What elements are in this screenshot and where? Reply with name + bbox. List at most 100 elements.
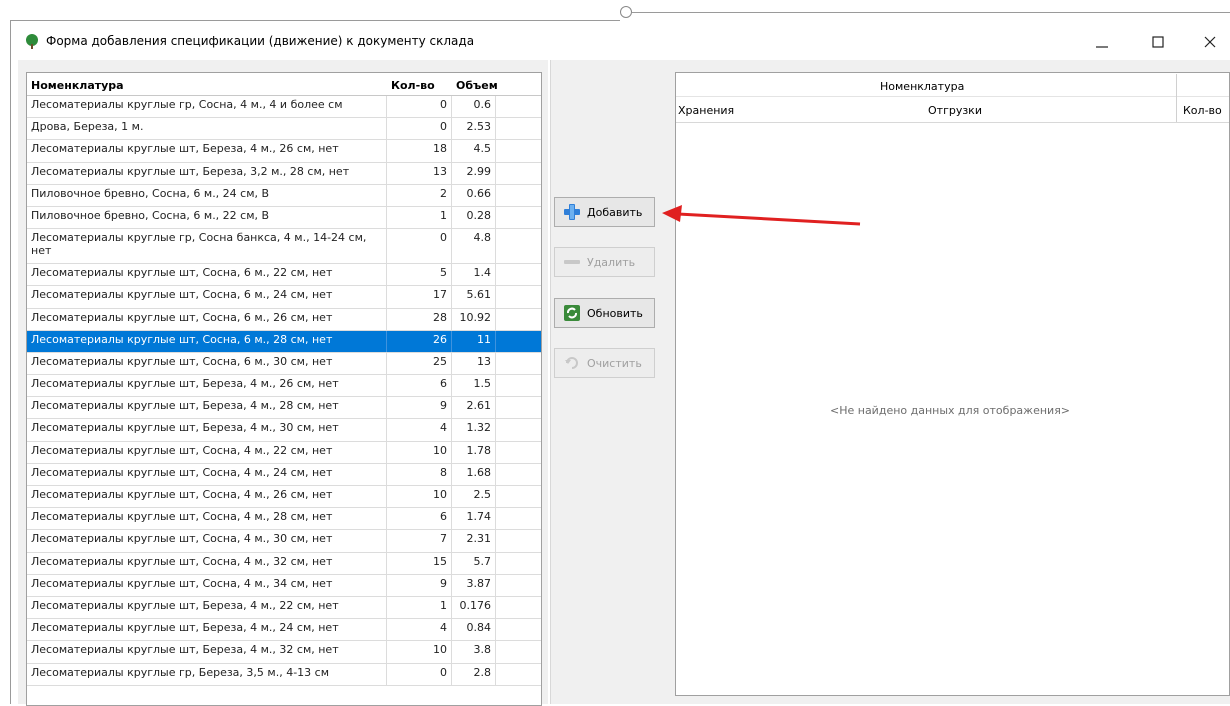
column-header-nomenclature[interactable]: Номенклатура	[27, 73, 387, 95]
cell-quantity[interactable]: 7	[387, 530, 452, 552]
add-button[interactable]: Добавить	[554, 197, 655, 227]
cell-nomenclature[interactable]: Лесоматериалы круглые шт, Сосна, 6 м., 2…	[27, 286, 387, 308]
cell-nomenclature[interactable]: Лесоматериалы круглые шт, Сосна, 4 м., 3…	[27, 574, 387, 596]
cell-quantity[interactable]: 2	[387, 184, 452, 206]
cell-quantity[interactable]: 0	[387, 229, 452, 264]
cell-nomenclature[interactable]: Лесоматериалы круглые шт, Береза, 4 м., …	[27, 596, 387, 619]
cell-quantity[interactable]: 25	[387, 352, 452, 375]
table-row[interactable]: Лесоматериалы круглые гр, Береза, 3,5 м.…	[27, 663, 541, 686]
cell-quantity[interactable]: 13	[387, 162, 452, 184]
table-row[interactable]: Пиловочное бревно, Сосна, 6 м., 22 см, В…	[27, 206, 541, 230]
cell-quantity[interactable]: 15	[387, 552, 452, 574]
cell-volume[interactable]: 2.5	[452, 486, 496, 508]
cell-nomenclature[interactable]: Пиловочное бревно, Сосна, 6 м., 22 см, В	[27, 206, 387, 229]
table-row[interactable]: Лесоматериалы круглые шт, Береза, 4 м., …	[27, 140, 541, 163]
table-row[interactable]: Лесоматериалы круглые шт, Сосна, 4 м., 2…	[27, 441, 541, 464]
cell-nomenclature[interactable]: Лесоматериалы круглые шт, Береза, 4 м., …	[27, 641, 387, 663]
cell-volume[interactable]: 1.78	[452, 441, 496, 463]
cell-quantity[interactable]: 6	[387, 508, 452, 530]
specification-grid[interactable]	[675, 72, 1230, 696]
cell-volume[interactable]: 1.68	[452, 463, 496, 485]
cell-quantity[interactable]: 8	[387, 463, 452, 485]
cell-quantity[interactable]: 28	[387, 308, 452, 330]
cell-nomenclature[interactable]: Лесоматериалы круглые шт, Береза, 4 м., …	[27, 375, 387, 397]
cell-quantity[interactable]: 0	[387, 663, 452, 685]
cell-volume[interactable]: 11	[452, 330, 496, 352]
cell-volume[interactable]: 0.176	[452, 596, 496, 619]
table-row[interactable]: Лесоматериалы круглые шт, Сосна, 4 м., 2…	[27, 508, 541, 531]
table-row[interactable]: Лесоматериалы круглые шт, Сосна, 4 м., 2…	[27, 463, 541, 486]
cell-nomenclature[interactable]: Лесоматериалы круглые гр, Береза, 3,5 м.…	[27, 663, 387, 685]
cell-volume[interactable]: 4.8	[452, 229, 496, 264]
cell-nomenclature[interactable]: Лесоматериалы круглые шт, Сосна, 4 м., 2…	[27, 486, 387, 508]
column-header-quantity[interactable]: Кол-во	[387, 73, 452, 95]
cell-volume[interactable]: 1.5	[452, 375, 496, 397]
cell-nomenclature[interactable]: Лесоматериалы круглые гр, Сосна, 4 м., 4…	[27, 96, 387, 118]
cell-quantity[interactable]: 10	[387, 641, 452, 663]
cell-nomenclature[interactable]: Лесоматериалы круглые шт, Береза, 4 м., …	[27, 140, 387, 162]
column-header-storage[interactable]: Хранения	[678, 104, 734, 117]
table-row[interactable]: Лесоматериалы круглые шт, Сосна, 6 м., 3…	[27, 352, 541, 376]
delete-button[interactable]: Удалить	[554, 247, 655, 277]
cell-quantity[interactable]: 0	[387, 96, 452, 118]
cell-volume[interactable]: 4.5	[452, 140, 496, 162]
column-header-volume[interactable]: Объем	[452, 73, 537, 95]
table-row[interactable]: Лесоматериалы круглые шт, Сосна, 4 м., 3…	[27, 530, 541, 553]
cell-quantity[interactable]: 4	[387, 619, 452, 641]
table-row[interactable]: Лесоматериалы круглые шт, Береза, 4 м., …	[27, 397, 541, 420]
cell-quantity[interactable]: 1	[387, 596, 452, 619]
cell-volume[interactable]: 3.8	[452, 641, 496, 663]
cell-quantity[interactable]: 6	[387, 375, 452, 397]
cell-nomenclature[interactable]: Лесоматериалы круглые шт, Береза, 4 м., …	[27, 397, 387, 419]
table-row[interactable]: Лесоматериалы круглые гр, Сосна, 4 м., 4…	[27, 96, 541, 119]
cell-nomenclature[interactable]: Лесоматериалы круглые шт, Сосна, 6 м., 2…	[27, 264, 387, 286]
cell-volume[interactable]: 0.6	[452, 96, 496, 118]
cell-volume[interactable]: 1.32	[452, 419, 496, 441]
table-row[interactable]: Лесоматериалы круглые шт, Береза, 4 м., …	[27, 419, 541, 442]
cell-volume[interactable]: 2.31	[452, 530, 496, 552]
cell-quantity[interactable]: 10	[387, 441, 452, 463]
cell-nomenclature[interactable]: Дрова, Береза, 1 м.	[27, 118, 387, 140]
cell-nomenclature[interactable]: Лесоматериалы круглые гр, Сосна банкса, …	[27, 229, 387, 264]
cell-volume[interactable]: 2.99	[452, 162, 496, 184]
cell-volume[interactable]: 0.28	[452, 206, 496, 229]
column-header-shipment[interactable]: Отгрузки	[928, 104, 982, 117]
cell-volume[interactable]: 0.66	[452, 184, 496, 206]
table-row[interactable]: Лесоматериалы круглые шт, Сосна, 4 м., 3…	[27, 552, 541, 575]
cell-nomenclature[interactable]: Пиловочное бревно, Сосна, 6 м., 24 см, В	[27, 184, 387, 206]
maximize-button[interactable]	[1138, 22, 1178, 62]
cell-nomenclature[interactable]: Лесоматериалы круглые шт, Сосна, 4 м., 3…	[27, 552, 387, 574]
cell-volume[interactable]: 2.53	[452, 118, 496, 140]
cell-nomenclature[interactable]: Лесоматериалы круглые шт, Сосна, 6 м., 3…	[27, 352, 387, 375]
table-row[interactable]: Лесоматериалы круглые шт, Сосна, 6 м., 2…	[27, 308, 541, 331]
cell-volume[interactable]: 2.8	[452, 663, 496, 685]
table-row[interactable]: Лесоматериалы круглые шт, Сосна, 6 м., 2…	[27, 330, 541, 353]
cell-quantity[interactable]: 9	[387, 574, 452, 596]
table-row[interactable]: Лесоматериалы круглые шт, Сосна, 4 м., 2…	[27, 486, 541, 509]
cell-quantity[interactable]: 1	[387, 206, 452, 229]
table-row[interactable]: Дрова, Береза, 1 м. 0 2.53	[27, 118, 541, 141]
cell-nomenclature[interactable]: Лесоматериалы круглые шт, Береза, 4 м., …	[27, 619, 387, 641]
clear-button[interactable]: Очистить	[554, 348, 655, 378]
cell-nomenclature[interactable]: Лесоматериалы круглые шт, Сосна, 4 м., 3…	[27, 530, 387, 552]
table-row[interactable]: Лесоматериалы круглые шт, Береза, 3,2 м.…	[27, 162, 541, 185]
close-button[interactable]	[1190, 22, 1230, 62]
cell-quantity[interactable]: 9	[387, 397, 452, 419]
table-row[interactable]: Лесоматериалы круглые шт, Сосна, 6 м., 2…	[27, 286, 541, 309]
cell-volume[interactable]: 5.7	[452, 552, 496, 574]
table-row[interactable]: Лесоматериалы круглые шт, Береза, 4 м., …	[27, 375, 541, 398]
column-header-right-quantity[interactable]: Кол-во	[1183, 104, 1222, 117]
cell-nomenclature[interactable]: Лесоматериалы круглые шт, Сосна, 4 м., 2…	[27, 508, 387, 530]
cell-volume[interactable]: 3.87	[452, 574, 496, 596]
cell-volume[interactable]: 2.61	[452, 397, 496, 419]
cell-volume[interactable]: 10.92	[452, 308, 496, 330]
cell-nomenclature[interactable]: Лесоматериалы круглые шт, Береза, 4 м., …	[27, 419, 387, 441]
table-row[interactable]: Лесоматериалы круглые гр, Сосна банкса, …	[27, 229, 541, 265]
cell-quantity[interactable]: 4	[387, 419, 452, 441]
cell-quantity[interactable]: 5	[387, 264, 452, 286]
cell-nomenclature[interactable]: Лесоматериалы круглые шт, Сосна, 6 м., 2…	[27, 330, 387, 352]
cell-nomenclature[interactable]: Лесоматериалы круглые шт, Сосна, 4 м., 2…	[27, 441, 387, 463]
cell-quantity[interactable]: 17	[387, 286, 452, 308]
cell-quantity[interactable]: 0	[387, 118, 452, 140]
table-row[interactable]: Лесоматериалы круглые шт, Сосна, 6 м., 2…	[27, 264, 541, 287]
